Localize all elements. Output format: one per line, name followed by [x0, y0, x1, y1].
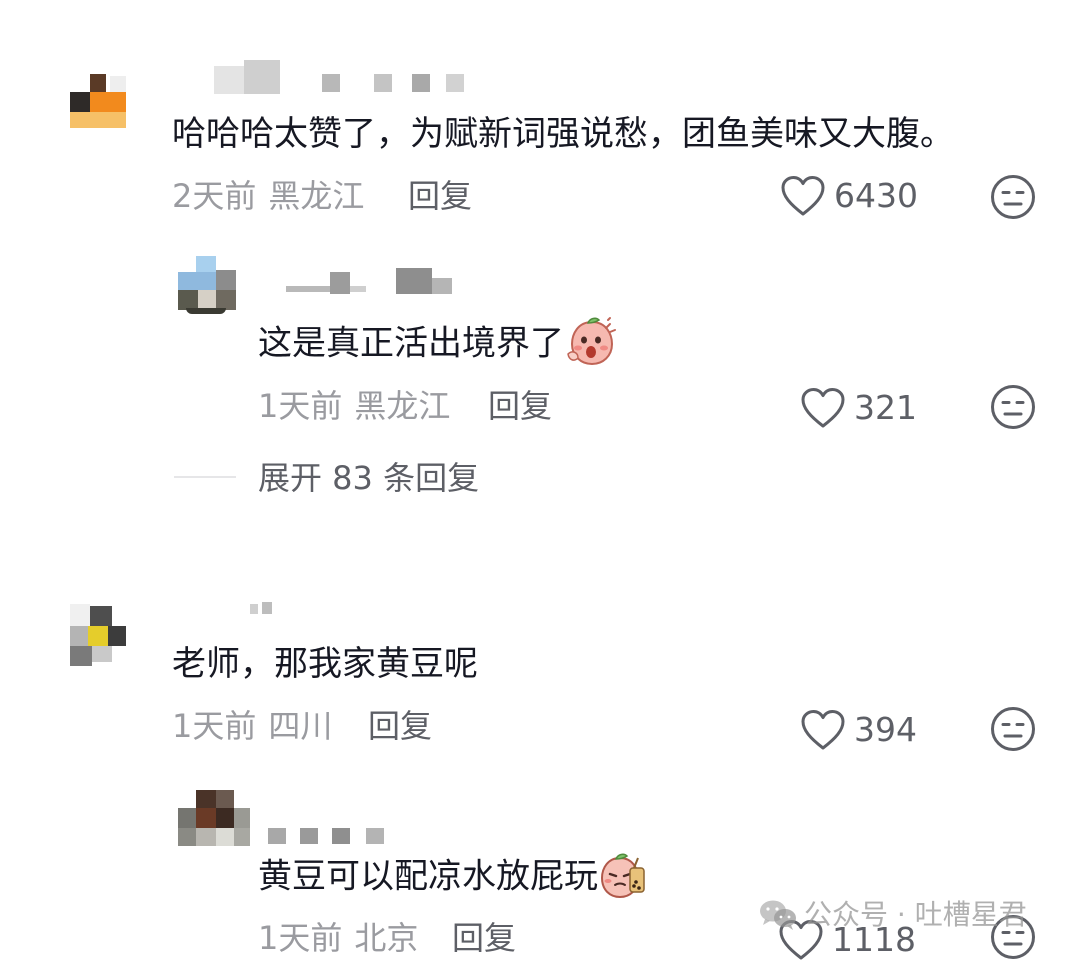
avatar[interactable] — [70, 72, 126, 128]
heart-icon — [801, 710, 845, 750]
like-button[interactable]: 321 — [800, 386, 917, 430]
reply-time: 1天前 — [258, 387, 343, 425]
reply-text: 这是真正活出境界了 — [258, 317, 618, 368]
dislike-face-icon[interactable] — [990, 384, 1036, 430]
reply-location: 黑龙江 — [354, 387, 451, 425]
like-count: 321 — [854, 388, 917, 427]
avatar[interactable] — [178, 790, 250, 850]
reply-button[interactable]: 回复 — [488, 386, 552, 426]
comment-location: 黑龙江 — [268, 177, 365, 215]
username[interactable] — [214, 60, 474, 94]
reply-meta: 1天前 黑龙江 — [258, 386, 450, 426]
username[interactable] — [268, 826, 398, 846]
comment-location: 四川 — [268, 707, 333, 745]
comment-meta: 1天前 四川 — [172, 706, 332, 746]
reply-button[interactable]: 回复 — [408, 176, 472, 216]
comment-text: 哈哈哈太赞了，为赋新词强说愁，团鱼美味又大腹。 — [172, 114, 954, 154]
username[interactable] — [250, 598, 280, 616]
avatar[interactable] — [70, 604, 126, 666]
comment-time: 2天前 — [172, 177, 257, 215]
reply-meta: 1天前 北京 — [258, 918, 418, 958]
watermark-text: 公众号 · 吐槽星君 — [804, 898, 1027, 931]
like-button[interactable]: 6430 — [780, 174, 918, 218]
reply-button[interactable]: 回复 — [452, 918, 516, 958]
reply-button[interactable]: 回复 — [368, 706, 432, 746]
comment-text: 老师，那我家黄豆呢 — [172, 644, 478, 684]
peach-bubble-tea-sticker-icon — [600, 853, 645, 899]
heart-icon — [781, 176, 825, 216]
dislike-face-icon[interactable] — [990, 706, 1036, 752]
dislike-face-icon[interactable] — [990, 174, 1036, 220]
avatar[interactable] — [178, 256, 236, 314]
reply-text: 黄豆可以配凉水放屁玩 — [258, 853, 648, 900]
reply-time: 1天前 — [258, 919, 343, 957]
reply-location: 北京 — [354, 919, 419, 957]
heart-icon — [801, 388, 845, 428]
expand-replies-button[interactable]: 展开 83 条回复 — [258, 458, 479, 498]
like-count: 394 — [854, 710, 917, 749]
comment-meta: 2天前 黑龙江 — [172, 176, 364, 216]
wechat-icon — [760, 900, 796, 930]
comment-time: 1天前 — [172, 707, 257, 745]
blushing-peach-sticker-icon — [567, 317, 616, 366]
watermark: 公众号 · 吐槽星君 — [758, 898, 1027, 932]
username[interactable] — [286, 268, 470, 296]
expand-divider — [174, 476, 236, 478]
like-count: 6430 — [834, 176, 918, 215]
like-button[interactable]: 394 — [800, 708, 917, 752]
